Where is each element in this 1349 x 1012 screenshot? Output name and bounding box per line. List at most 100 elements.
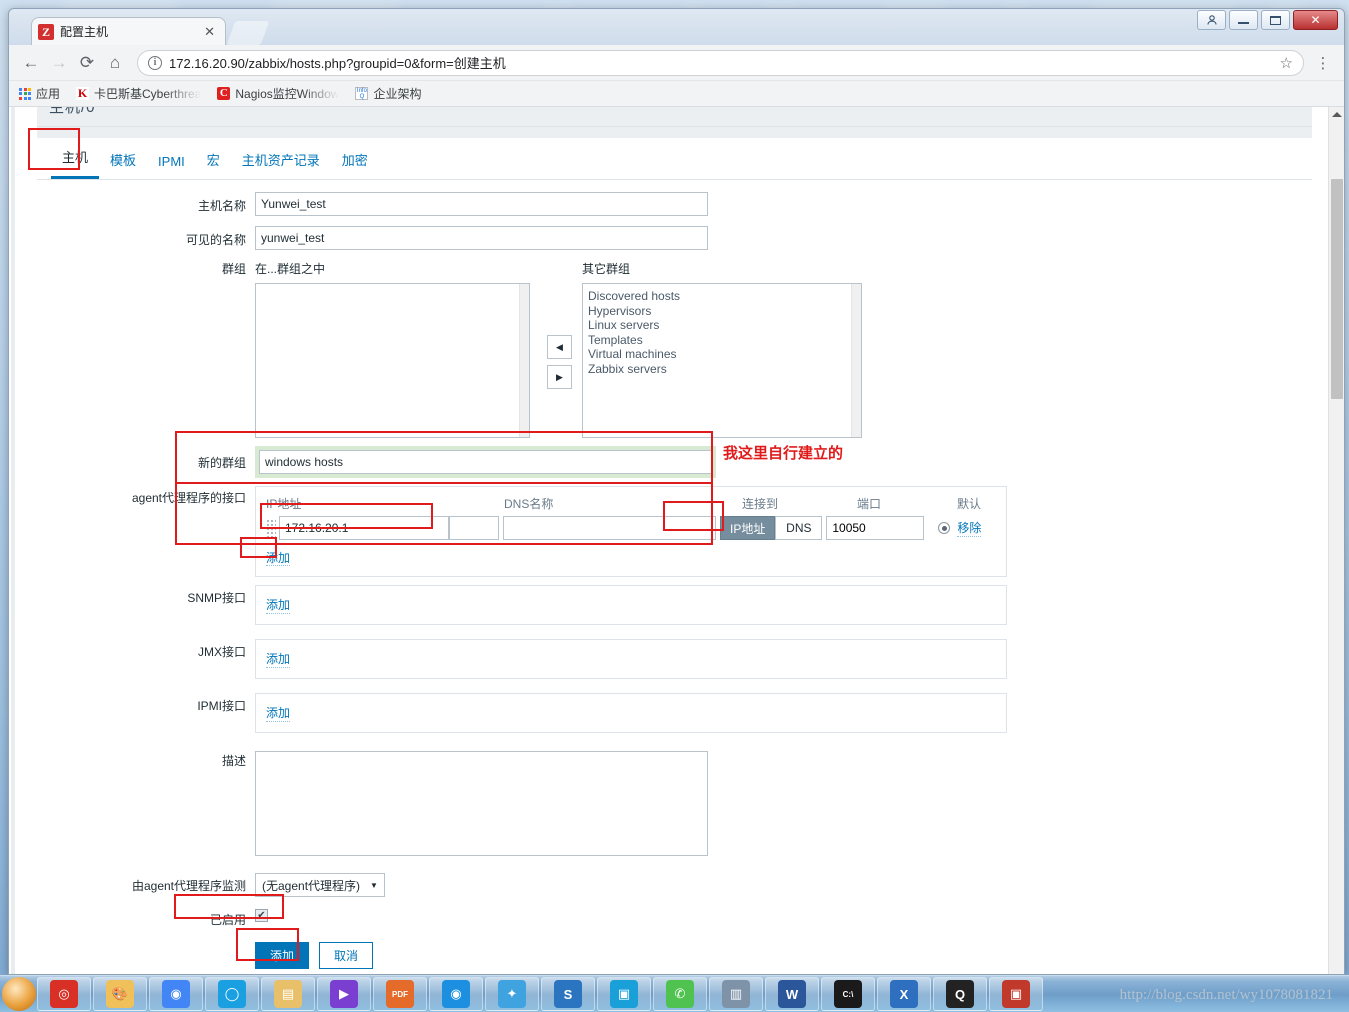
tab-host-inventory[interactable]: 主机资产记录: [231, 150, 331, 179]
new-group-input[interactable]: [259, 450, 712, 474]
start-button[interactable]: [2, 977, 36, 1011]
page-heading-spacer: [37, 127, 1312, 138]
wechat-icon: ✆: [666, 980, 694, 1008]
list-item[interactable]: Virtual machines: [588, 347, 861, 362]
camera-app-icon: ◉: [442, 980, 470, 1008]
taskbar-item-toolbox[interactable]: ▣: [989, 977, 1043, 1011]
other-groups-scrollbar[interactable]: [851, 284, 861, 437]
proxy-select[interactable]: (无agent代理程序) ▼: [255, 873, 385, 897]
profile-icon[interactable]: [1197, 10, 1226, 30]
enabled-checkbox[interactable]: ✔: [255, 909, 268, 922]
taskbar-item-wechat[interactable]: ✆: [653, 977, 707, 1011]
taskbar-item-window-app[interactable]: ▣: [597, 977, 651, 1011]
home-icon[interactable]: ⌂: [101, 49, 129, 77]
minimize-button[interactable]: [1229, 10, 1258, 30]
snmp-panel: 添加: [255, 585, 1007, 625]
paint-palette-icon: 🎨: [106, 980, 134, 1008]
move-right-icon[interactable]: ▶: [547, 365, 572, 389]
field-row-new-group: 新的群组: [37, 446, 1312, 478]
add-ipmi-interface-link[interactable]: 添加: [266, 704, 291, 722]
interface-dns-input[interactable]: [503, 516, 716, 540]
maximize-button[interactable]: [1261, 10, 1290, 30]
cancel-button[interactable]: 取消: [319, 942, 374, 969]
list-item[interactable]: Templates: [588, 333, 861, 348]
taskbar-item-excel-monitor[interactable]: X: [877, 977, 931, 1011]
interface-ip-input[interactable]: [279, 516, 449, 540]
zabbix-page: 主机/0 主机 模板 IPMI 宏 主机资产记录 加密 主机名称 可见的名称: [23, 107, 1328, 974]
tab-ipmi[interactable]: IPMI: [147, 154, 196, 179]
list-item[interactable]: Hypervisors: [588, 304, 861, 319]
list-item[interactable]: Discovered hosts: [588, 289, 861, 304]
taskbar-item-microsoft-word[interactable]: W: [765, 977, 819, 1011]
browser-menu-icon[interactable]: ⋮: [1310, 56, 1336, 71]
tab-macros[interactable]: 宏: [196, 150, 231, 179]
annotation-note: 我这里自行建立的: [723, 445, 844, 462]
taskbar-item-qq-browser[interactable]: ◯: [205, 977, 259, 1011]
scrollbar-thumb[interactable]: [1331, 179, 1343, 399]
actions-spacer: [37, 942, 255, 947]
taskbar-item-command-prompt[interactable]: C:\: [821, 977, 875, 1011]
submit-add-button[interactable]: 添加: [255, 942, 310, 969]
bookmark-nagios[interactable]: C Nagios监控Window: [217, 85, 339, 102]
address-bar[interactable]: i 172.16.20.90/zabbix/hosts.php?groupid=…: [137, 49, 1304, 76]
move-left-icon[interactable]: ◀: [547, 335, 572, 359]
drag-handle-icon[interactable]: [266, 519, 276, 537]
bookmark-kaspersky[interactable]: K 卡巴斯基Cyberthrea: [76, 85, 201, 102]
other-groups-listbox[interactable]: Discovered hosts Hypervisors Linux serve…: [582, 283, 862, 438]
back-icon[interactable]: ←: [17, 49, 45, 77]
bookmark-star-icon[interactable]: ☆: [1280, 54, 1293, 72]
field-row-agent-interfaces: agent代理程序的接口 IP地址 DNS名称 连接到 端口 默认 172.16…: [37, 486, 1312, 577]
bookmark-label: 应用: [36, 87, 61, 101]
host-name-input[interactable]: [255, 192, 708, 216]
tab-encryption[interactable]: 加密: [331, 150, 379, 179]
interface-port-input[interactable]: [826, 516, 925, 540]
bookmark-label: Nagios监控Window: [235, 87, 340, 101]
list-item[interactable]: Linux servers: [588, 318, 861, 333]
browser-titlebar: Z 配置主机 ✕ ✕: [9, 9, 1344, 45]
tab-templates[interactable]: 模板: [99, 150, 147, 179]
jmx-label: JMX接口: [197, 645, 246, 659]
add-jmx-interface-link[interactable]: 添加: [266, 650, 291, 668]
scroll-up-icon[interactable]: [1332, 112, 1342, 117]
taskbar-item-foxmail[interactable]: ✦: [485, 977, 539, 1011]
microsoft-word-icon: W: [778, 980, 806, 1008]
sogou-input-icon: S: [554, 980, 582, 1008]
taskbar-item-qq-penguin[interactable]: Q: [933, 977, 987, 1011]
tab-host[interactable]: 主机: [51, 147, 100, 179]
visible-name-input[interactable]: [255, 226, 708, 250]
taskbar-item-remote-desktop[interactable]: ▥: [709, 977, 763, 1011]
site-info-icon[interactable]: i: [148, 55, 162, 70]
close-button[interactable]: ✕: [1293, 10, 1338, 30]
taskbar-item-netease-music[interactable]: ◎: [37, 977, 91, 1011]
tab-title: 配置主机: [60, 25, 109, 39]
bookmark-apps[interactable]: 应用: [19, 85, 60, 102]
excel-monitor-icon: X: [890, 980, 918, 1008]
in-groups-listbox[interactable]: [255, 283, 530, 438]
taskbar-item-sogou-input[interactable]: S: [541, 977, 595, 1011]
interface-ip-suffix-box[interactable]: [449, 516, 499, 540]
taskbar-item-camera-app[interactable]: ◉: [429, 977, 483, 1011]
bookmark-infoq[interactable]: Info Q 企业架构: [355, 85, 421, 102]
browser-tab[interactable]: Z 配置主机 ✕: [31, 17, 226, 45]
reload-icon[interactable]: ⟳: [73, 49, 101, 77]
remove-interface-link[interactable]: 移除: [957, 519, 982, 537]
nagios-icon: C: [217, 87, 231, 100]
default-interface-radio[interactable]: [938, 522, 951, 534]
description-textarea[interactable]: [255, 751, 708, 856]
connect-ip-button[interactable]: IP地址: [720, 516, 776, 540]
add-agent-interface-link[interactable]: 添加: [266, 551, 291, 566]
taskbar-item-media-player[interactable]: ▶: [317, 977, 371, 1011]
add-snmp-interface-link[interactable]: 添加: [266, 596, 291, 614]
chevron-down-icon: ▼: [370, 880, 378, 890]
in-groups-scrollbar[interactable]: [519, 284, 529, 437]
tab-close-icon[interactable]: ✕: [200, 24, 219, 40]
list-item[interactable]: Zabbix servers: [588, 362, 861, 377]
connect-dns-button[interactable]: DNS: [775, 516, 823, 540]
forward-icon[interactable]: →: [45, 49, 73, 77]
taskbar-item-pdf-reader[interactable]: PDF: [373, 977, 427, 1011]
taskbar-item-google-chrome[interactable]: ◉: [149, 977, 203, 1011]
taskbar-item-paint-palette[interactable]: 🎨: [93, 977, 147, 1011]
page-scrollbar[interactable]: [1328, 107, 1344, 974]
window-controls: ✕: [1197, 9, 1344, 35]
taskbar-item-file-explorer[interactable]: ▤: [261, 977, 315, 1011]
